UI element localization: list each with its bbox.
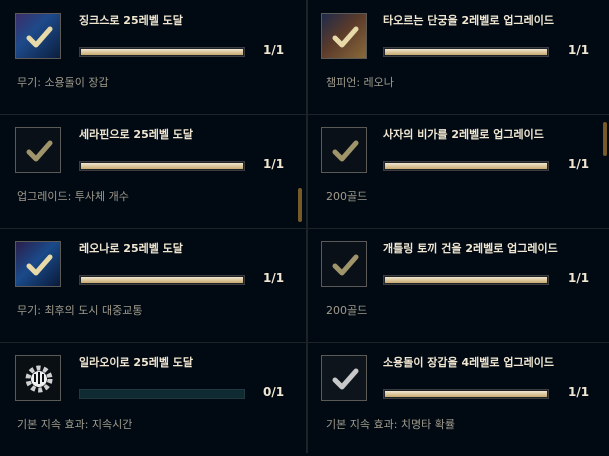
progress-count: 1/1 bbox=[568, 157, 590, 171]
mission-card: 사자의 비가를 2레벨로 업그레이드 1/1 200골드 bbox=[308, 114, 609, 229]
mission-card: 세라핀으로 25레벨 도달 1/1 업그레이드: 투사체 개수 bbox=[0, 114, 306, 229]
mission-title: 세라핀으로 25레벨 도달 bbox=[79, 128, 194, 141]
checkmark-icon bbox=[332, 26, 359, 48]
mission-title: 일라오이로 25레벨 도달 bbox=[79, 356, 194, 369]
progress-bar bbox=[79, 161, 245, 171]
mission-title: 소용돌이 장갑을 4레벨로 업그레이드 bbox=[383, 356, 554, 369]
reward-text: 무기: 소용돌이 장갑 bbox=[17, 76, 109, 89]
jinx-portrait-icon bbox=[15, 13, 61, 59]
progress-fill bbox=[385, 49, 547, 55]
mission-card: 소용돌이 장갑을 4레벨로 업그레이드 1/1 기본 지속 효과: 치명타 확률 bbox=[308, 342, 609, 456]
progress-bar bbox=[79, 389, 245, 399]
progress-count: 0/1 bbox=[263, 385, 285, 399]
reward-text: 업그레이드: 투사체 개수 bbox=[17, 190, 129, 203]
progress-count: 1/1 bbox=[568, 385, 590, 399]
gear-symbol bbox=[25, 365, 53, 393]
mission-title: 레오나로 25레벨 도달 bbox=[79, 242, 183, 255]
mission-icon bbox=[15, 127, 61, 173]
progress-fill bbox=[81, 49, 243, 55]
progress-fill bbox=[385, 277, 547, 283]
progress-fill bbox=[385, 163, 547, 169]
mission-icon bbox=[321, 127, 367, 173]
reward-text: 챔피언: 레오나 bbox=[326, 76, 394, 89]
leona-portrait-icon bbox=[321, 13, 367, 59]
progress-count: 1/1 bbox=[568, 43, 590, 57]
progress-fill bbox=[81, 277, 243, 283]
reward-text: 무기: 최후의 도시 대중교통 bbox=[17, 304, 143, 317]
left-mission-column: 징크스로 25레벨 도달 1/1 무기: 소용돌이 장갑 세라핀으로 25레벨 … bbox=[0, 0, 306, 453]
progress-fill bbox=[385, 391, 547, 397]
mission-card: 레오나로 25레벨 도달 1/1 무기: 최후의 도시 대중교통 bbox=[0, 228, 306, 343]
mission-card: 일라오이로 25레벨 도달 0/1 기본 지속 효과: 지속시간 bbox=[0, 342, 306, 456]
checkmark-icon bbox=[26, 254, 53, 276]
progress-bar bbox=[79, 275, 245, 285]
checkmark-icon bbox=[26, 26, 53, 48]
mission-card: 타오르는 단궁을 2레벨로 업그레이드 1/1 챔피언: 레오나 bbox=[308, 0, 609, 115]
progress-bar bbox=[79, 47, 245, 57]
left-scrollbar-thumb[interactable] bbox=[298, 188, 302, 222]
right-scrollbar-thumb[interactable] bbox=[603, 122, 607, 156]
reward-text: 기본 지속 효과: 치명타 확률 bbox=[326, 418, 456, 431]
checkmark-icon bbox=[332, 368, 359, 390]
mission-title: 타오르는 단궁을 2레벨로 업그레이드 bbox=[383, 14, 554, 27]
progress-bar bbox=[383, 161, 549, 171]
progress-count: 1/1 bbox=[263, 43, 285, 57]
reward-text: 200골드 bbox=[326, 190, 368, 203]
reward-text: 200골드 bbox=[326, 304, 368, 317]
checkmark-icon bbox=[332, 140, 359, 162]
progress-bar bbox=[383, 389, 549, 399]
mission-card: 징크스로 25레벨 도달 1/1 무기: 소용돌이 장갑 bbox=[0, 0, 306, 115]
gear-icon bbox=[15, 355, 61, 401]
mission-title: 개틀링 토끼 건을 2레벨로 업그레이드 bbox=[383, 242, 558, 255]
progress-count: 1/1 bbox=[263, 157, 285, 171]
progress-bar bbox=[383, 47, 549, 57]
gauntlet-icon bbox=[321, 355, 367, 401]
right-mission-column: 타오르는 단궁을 2레벨로 업그레이드 1/1 챔피언: 레오나 사자의 비가를… bbox=[308, 0, 609, 453]
reward-text: 기본 지속 효과: 지속시간 bbox=[17, 418, 133, 431]
progress-count: 1/1 bbox=[568, 271, 590, 285]
checkmark-icon bbox=[26, 140, 53, 162]
weapon-portrait-icon bbox=[15, 241, 61, 287]
progress-fill bbox=[81, 163, 243, 169]
mission-title: 징크스로 25레벨 도달 bbox=[79, 14, 183, 27]
progress-bar bbox=[383, 275, 549, 285]
mission-title: 사자의 비가를 2레벨로 업그레이드 bbox=[383, 128, 544, 141]
progress-count: 1/1 bbox=[263, 271, 285, 285]
mission-card: 개틀링 토끼 건을 2레벨로 업그레이드 1/1 200골드 bbox=[308, 228, 609, 343]
checkmark-icon bbox=[332, 254, 359, 276]
mission-icon bbox=[321, 241, 367, 287]
